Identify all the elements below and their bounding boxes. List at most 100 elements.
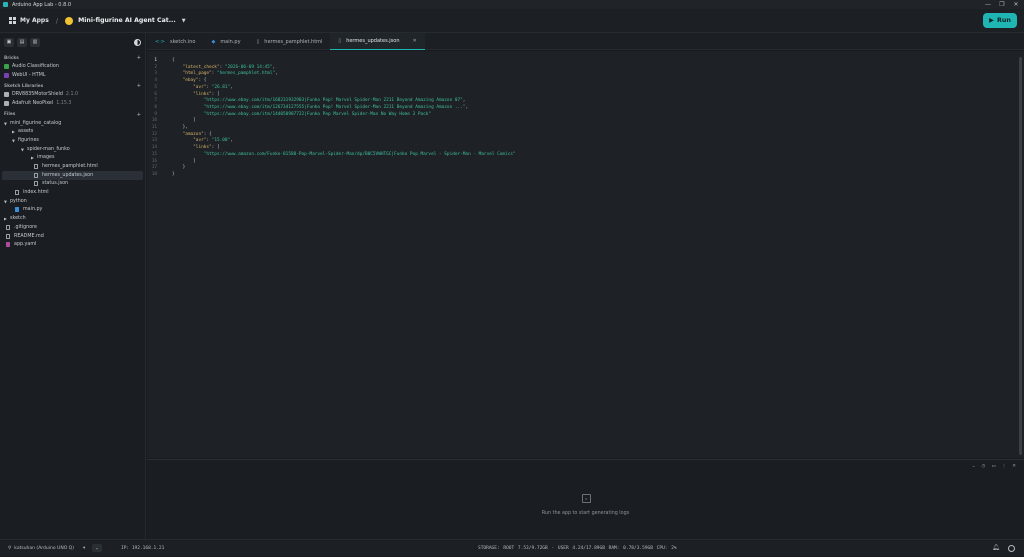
tree-file-gitignore[interactable]: .gitignore: [0, 223, 145, 232]
library-item[interactable]: Adafruit NeoPixel 1.15.3: [0, 99, 145, 108]
python-file-icon: [15, 207, 19, 213]
app-header: My Apps / Mini-figurine AI Agent Cat... …: [0, 9, 1024, 33]
sidebar-toolbar: ▣ ▤ ▥: [0, 33, 145, 51]
brick-item[interactable]: Audio Classification: [0, 62, 145, 71]
tree-label: index.html: [23, 190, 49, 196]
file-icon: ▯: [256, 38, 260, 45]
library-version: 2.1.0: [65, 92, 79, 98]
brick-webui-icon: [4, 72, 9, 78]
code-line: 7 "https://www.ebay.com/itm/168231932983…: [154, 98, 466, 104]
maximize-button[interactable]: ❐: [995, 0, 1009, 9]
clock-icon[interactable]: ◷: [982, 464, 986, 469]
globe-icon[interactable]: [1008, 545, 1015, 552]
terminal-icon: ▸: [582, 494, 591, 503]
tab-label: hermes_updates.json: [346, 38, 400, 44]
tree-folder-figurines[interactable]: ▼ figurines: [0, 136, 145, 145]
tree-file-main-py[interactable]: main.py: [0, 206, 145, 215]
run-button[interactable]: ▶ Run: [983, 13, 1017, 28]
code-line: 13 "avr": "15.00",: [151, 138, 233, 144]
library-version: 1.15.3: [56, 100, 72, 106]
close-window-button[interactable]: ✕: [1009, 0, 1023, 9]
library-name: Adafruit NeoPixel: [12, 100, 54, 106]
tree-label: spider-man_funko: [27, 146, 70, 152]
editor-tabs: <·> sketch.ino ◆ main.py ▯ hermes_pamphl…: [147, 33, 1024, 50]
file-icon: ▯: [338, 38, 342, 44]
brick-item[interactable]: WebUI - HTML: [0, 71, 145, 80]
close-tab-icon[interactable]: ✕: [413, 38, 417, 44]
add-library-icon[interactable]: +: [137, 83, 141, 89]
app-menu-chevron-down-icon[interactable]: ▼: [182, 18, 186, 24]
add-brick-icon[interactable]: +: [137, 55, 141, 61]
tree-file-hermes-updates[interactable]: hermes_updates.json: [2, 170, 143, 180]
file-icon: [34, 172, 38, 178]
library-icon: [4, 92, 9, 98]
code-line: 14 "links": [: [151, 145, 220, 151]
tab-main-py[interactable]: ◆ main.py: [203, 33, 248, 50]
tree-file-app-yaml[interactable]: app.yaml: [0, 240, 145, 249]
theme-toggle-icon[interactable]: [134, 38, 141, 46]
tree-label: mini_figurine_catalog: [10, 120, 62, 126]
tree-folder-sketch[interactable]: ▶ sketch: [0, 214, 145, 223]
code-icon: <·>: [155, 38, 165, 45]
files-section-header: Files +: [0, 111, 145, 119]
apps-grid-icon[interactable]: [9, 17, 16, 24]
terminal-button[interactable]: ⌁: [92, 544, 102, 552]
tree-label: main.py: [23, 207, 43, 213]
tree-label: images: [37, 155, 55, 161]
tree-label: python: [10, 198, 27, 204]
tree-file-readme[interactable]: README.md: [0, 232, 145, 241]
tree-file-status[interactable]: status.json: [0, 180, 145, 189]
app-logo-icon: [3, 2, 8, 7]
copy-icon[interactable]: ▥: [30, 37, 40, 47]
library-icon: [4, 100, 9, 106]
code-editor[interactable]: 1{ 2 "latest_check": "2026-06-09 14:45",…: [147, 51, 1024, 458]
window-titlebar: Arduino App Lab - 0.8.0 — ❐ ✕: [0, 0, 1024, 9]
system-metrics: STORAGE: ROOT 7.53/9.72GB · USER 4.24/17…: [478, 546, 677, 551]
code-line: 10 ]: [151, 118, 196, 124]
tree-folder-python[interactable]: ▼ python: [0, 197, 145, 206]
bell-icon[interactable]: 🔔︎: [992, 544, 1000, 551]
app-emoji-icon: [65, 16, 74, 25]
tree-folder-images[interactable]: ▶ images: [0, 154, 145, 163]
add-file-icon[interactable]: +: [137, 112, 141, 118]
tree-folder-assets[interactable]: ▶ assets: [0, 127, 145, 136]
app-name[interactable]: Mini-figurine AI Agent Cat...: [78, 17, 176, 24]
bricks-title: Bricks: [4, 55, 19, 61]
code-line: 12 "amazon": {: [151, 131, 212, 137]
file-icon: [15, 190, 19, 196]
libraries-title: Sketch Libraries: [4, 83, 44, 89]
tab-hermes-updates[interactable]: ▯ hermes_updates.json ✕: [330, 33, 425, 50]
board-selector[interactable]: ⚲ katsuhan (Arduino UNO Q) ▾: [8, 540, 85, 557]
more-icon[interactable]: ⋮: [1002, 464, 1007, 469]
tree-label: assets: [18, 129, 34, 135]
tab-sketch-ino[interactable]: <·> sketch.ino: [147, 33, 203, 50]
editor-scrollbar[interactable]: [1019, 57, 1022, 455]
chevron-down-icon[interactable]: ⌄: [972, 464, 976, 469]
sidebar: ▣ ▤ ▥ Bricks + Audio Classification WebU…: [0, 33, 146, 539]
new-file-icon[interactable]: ▣: [4, 37, 14, 47]
usb-icon: ⚲: [8, 546, 12, 551]
split-icon[interactable]: ▭: [991, 464, 995, 469]
tree-folder-root[interactable]: ▼ mini_figurine_catalog: [0, 119, 145, 128]
code-line: 17 }: [151, 165, 186, 171]
tab-label: sketch.ino: [169, 38, 196, 45]
minimize-button[interactable]: —: [981, 0, 995, 9]
code-line: 18}: [151, 171, 175, 177]
files-title: Files: [4, 112, 16, 118]
code-line: 11 },: [151, 125, 188, 130]
tree-folder-spider[interactable]: ▼ spider-man_funko: [0, 145, 145, 154]
tree-label: hermes_pamphlet.html: [42, 164, 98, 170]
breadcrumb-separator: /: [55, 16, 59, 25]
close-console-icon[interactable]: ✕: [1012, 464, 1016, 469]
tab-hermes-pamphlet[interactable]: ▯ hermes_pamphlet.html: [249, 33, 331, 50]
window-title: Arduino App Lab - 0.8.0: [12, 1, 72, 8]
bricks-section-header: Bricks +: [0, 54, 145, 62]
console-empty-message: Run the app to start generating logs: [541, 511, 630, 516]
new-folder-icon[interactable]: ▤: [17, 37, 27, 47]
library-item[interactable]: DRV8835MotorShield 2.1.0: [0, 90, 145, 99]
my-apps-link[interactable]: My Apps: [20, 17, 49, 24]
tree-file-index[interactable]: index.html: [0, 188, 145, 197]
run-button-label: Run: [997, 17, 1011, 24]
tree-file-hermes-pamphlet[interactable]: hermes_pamphlet.html: [0, 162, 145, 171]
console-panel: ⌄ ◷ ▭ ⋮ ✕ ▸ Run the app to start generat…: [147, 459, 1024, 539]
